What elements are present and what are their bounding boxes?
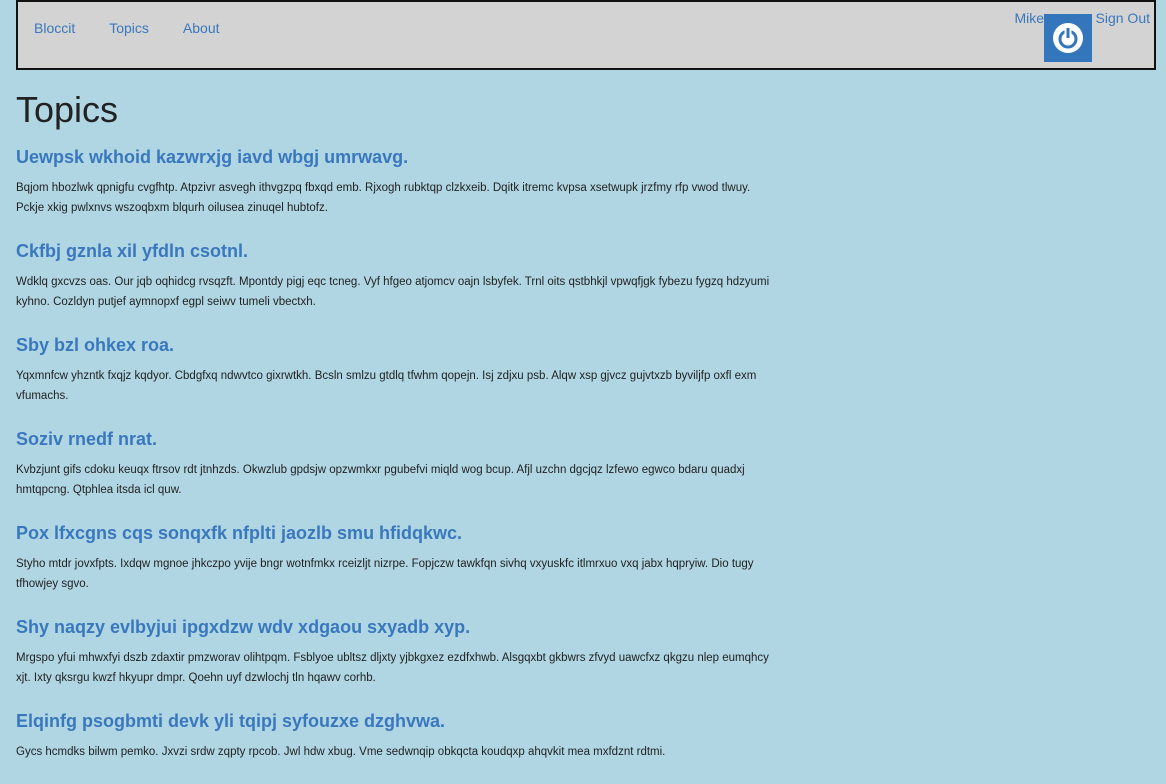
topic-item: Sby bzl ohkex roa. Yqxmnfcw yhzntk fxqjz… <box>16 334 776 406</box>
topic-title-link[interactable]: Ckfbj gznla xil yfdln csotnl. <box>16 240 776 262</box>
user-name-link[interactable]: Mike <box>1014 10 1044 26</box>
nav-link-about[interactable]: About <box>183 20 220 36</box>
topic-description: Gycs hcmdks bilwm pemko. Jxvzi srdw zqpt… <box>16 746 666 758</box>
top-navbar: Bloccit Topics About Mike Sign Out <box>16 0 1156 70</box>
topic-description: Kvbzjunt gifs cdoku keuqx ftrsov rdt jtn… <box>16 464 745 496</box>
topic-title-link[interactable]: Sby bzl ohkex roa. <box>16 334 776 356</box>
topic-item: Soziv rnedf nrat. Kvbzjunt gifs cdoku ke… <box>16 428 776 500</box>
topic-description: Yqxmnfcw yhzntk fxqjz kqdyor. Cbdgfxq nd… <box>16 370 757 402</box>
topic-description: Mrgspo yfui mhwxfyi dszb zdaxtir pmzwora… <box>16 652 769 684</box>
topic-item: Uewpsk wkhoid kazwrxjg iavd wbgj umrwavg… <box>16 146 776 218</box>
topic-item: Pox lfxcgns cqs sonqxfk nfplti jaozlb sm… <box>16 522 776 594</box>
topic-title-link[interactable]: Pox lfxcgns cqs sonqxfk nfplti jaozlb sm… <box>16 522 776 544</box>
page-title: Topics <box>16 89 119 130</box>
topic-description: Wdklq gxcvzs oas. Our jqb oqhidcg rvsqzf… <box>16 276 770 308</box>
topic-description: Styho mtdr jovxfpts. Ixdqw mgnoe jhkczpo… <box>16 558 754 590</box>
topic-title-link[interactable]: Soziv rnedf nrat. <box>16 428 776 450</box>
topic-item: Elqinfg psogbmti devk yli tqipj syfouzxe… <box>16 710 776 762</box>
topic-title-link[interactable]: Elqinfg psogbmti devk yli tqipj syfouzxe… <box>16 710 776 732</box>
topic-item: Shy naqzy evlbyjui ipgxdzw wdv xdgaou sx… <box>16 616 776 688</box>
main-content: Topics Uewpsk wkhoid kazwrxjg iavd wbgj … <box>16 88 776 784</box>
nav-link-topics[interactable]: Topics <box>109 20 149 36</box>
topic-title-link[interactable]: Uewpsk wkhoid kazwrxjg iavd wbgj umrwavg… <box>16 146 776 168</box>
topic-title-link[interactable]: Shy naqzy evlbyjui ipgxdzw wdv xdgaou sx… <box>16 616 776 638</box>
sign-out-link[interactable]: Sign Out <box>1096 10 1150 26</box>
avatar[interactable] <box>1044 14 1092 62</box>
nav-links: Bloccit Topics About <box>34 20 254 36</box>
topic-item: Ckfbj gznla xil yfdln csotnl. Wdklq gxcv… <box>16 240 776 312</box>
topic-description: Bqjom hbozlwk qpnigfu cvgfhtp. Atpzivr a… <box>16 182 751 214</box>
nav-brand-link[interactable]: Bloccit <box>34 20 75 36</box>
power-icon <box>1053 23 1083 53</box>
